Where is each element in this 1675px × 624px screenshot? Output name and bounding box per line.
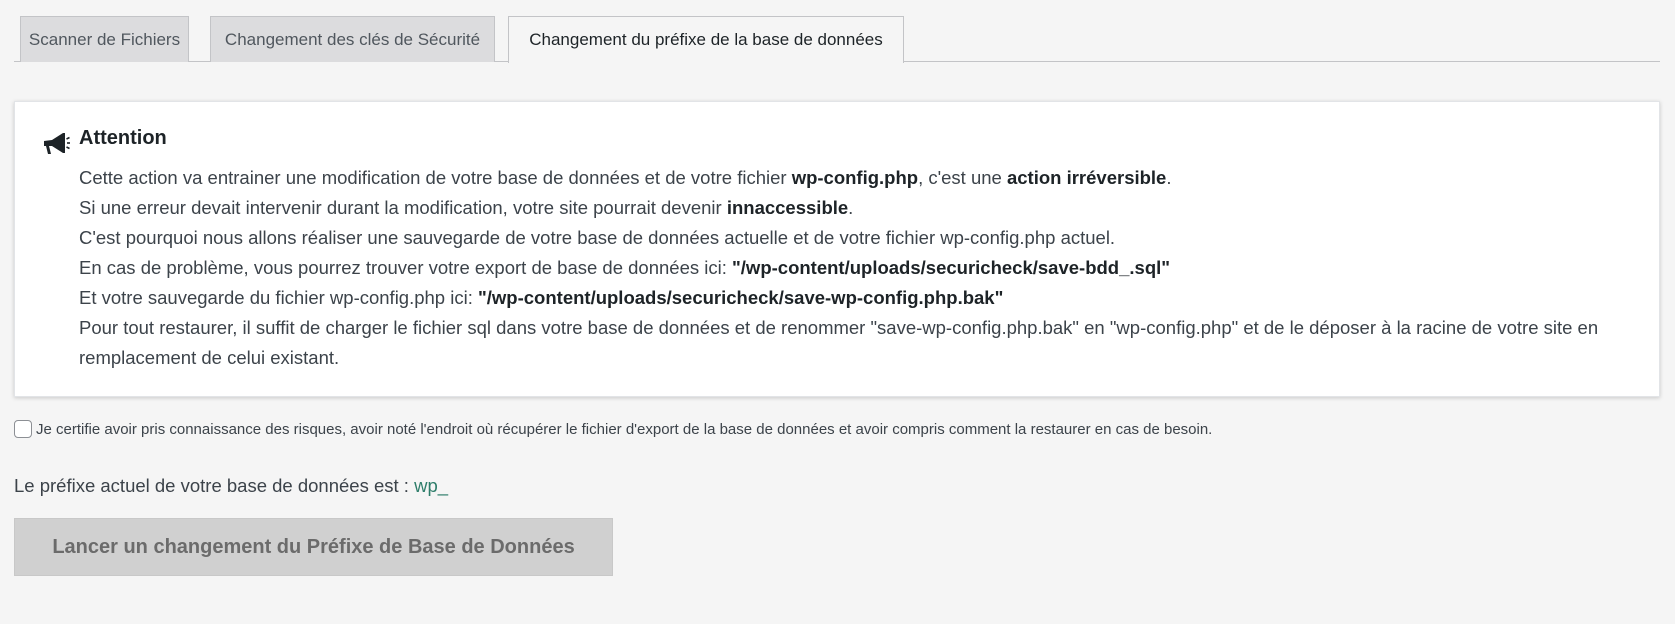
prefix-value: wp_ (414, 475, 449, 496)
certify-row: Je certifie avoir pris connaissance des … (14, 419, 1212, 438)
notice-body: Cette action va entrainer une modificati… (79, 163, 1639, 373)
page: Scanner de Fichiers Changement des clés … (0, 0, 1675, 624)
notice-title: Attention (79, 127, 167, 149)
certify-label[interactable]: Je certifie avoir pris connaissance des … (36, 421, 1212, 438)
notice-line-1: Cette action va entrainer une modificati… (79, 167, 1172, 188)
attention-notice: Attention Cette action va entrainer une … (14, 101, 1660, 397)
notice-line-6: Pour tout restaurer, il suffit de charge… (79, 317, 1599, 368)
tab-scanner-fichiers[interactable]: Scanner de Fichiers (20, 16, 189, 62)
tab-cles-securite[interactable]: Changement des clés de Sécurité (210, 16, 495, 62)
notice-line-4: En cas de problème, vous pourrez trouver… (79, 257, 1171, 278)
megaphone-icon (44, 133, 70, 154)
prefix-label: Le préfixe actuel de votre base de donné… (14, 475, 415, 496)
tab-prefixe-base-donnees[interactable]: Changement du préfixe de la base de donn… (508, 16, 904, 63)
certify-checkbox[interactable] (14, 419, 32, 438)
current-prefix: Le préfixe actuel de votre base de donné… (14, 475, 448, 497)
change-prefix-button[interactable]: Lancer un changement du Préfixe de Base … (14, 518, 613, 576)
notice-line-3: C'est pourquoi nous allons réaliser une … (79, 227, 1116, 248)
notice-line-2: Si une erreur devait intervenir durant l… (79, 197, 854, 218)
tab-bar: Scanner de Fichiers Changement des clés … (14, 16, 1660, 63)
notice-line-5: Et votre sauvegarde du fichier wp-config… (79, 287, 1004, 308)
